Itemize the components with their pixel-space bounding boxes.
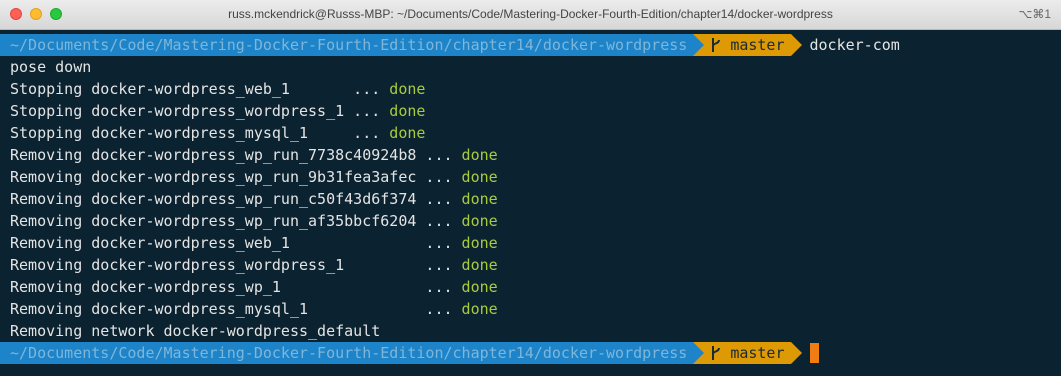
git-branch-icon [712, 38, 721, 52]
output-line: Removing docker-wordpress_wp_run_c50f43d… [10, 190, 498, 208]
prompt-separator [790, 342, 802, 364]
prompt-path: ~/Documents/Code/Mastering-Docker-Fourth… [0, 34, 694, 56]
window-title: russ.mckendrick@Russs-MBP: ~/Documents/C… [228, 7, 833, 21]
prompt-separator [790, 34, 802, 56]
output-line: pose down [10, 58, 92, 76]
output-line: Removing docker-wordpress_wp_run_9b31fea… [10, 168, 498, 186]
prompt-branch: master [730, 36, 785, 54]
output-line: Removing docker-wordpress_web_1 ... done [10, 234, 498, 252]
output-line: Removing docker-wordpress_wp_run_7738c40… [10, 146, 498, 164]
window-titlebar: russ.mckendrick@Russs-MBP: ~/Documents/C… [0, 0, 1061, 30]
output-line: Removing docker-wordpress_wp_run_af35bbc… [10, 212, 498, 230]
output-line: Removing docker-wordpress_wp_1 ... done [10, 278, 498, 296]
window-shortcut: ⌥⌘1 [1018, 7, 1051, 21]
git-branch-icon [712, 346, 721, 360]
prompt-path: ~/Documents/Code/Mastering-Docker-Fourth… [0, 342, 694, 364]
output-line: Stopping docker-wordpress_web_1 ... done [10, 80, 426, 98]
output-line: Stopping docker-wordpress_wordpress_1 ..… [10, 102, 426, 120]
output-line: Removing network docker-wordpress_defaul… [10, 322, 381, 340]
terminal-content[interactable]: ~/Documents/Code/Mastering-Docker-Fourth… [0, 30, 1061, 376]
command-text: docker-com [809, 36, 900, 54]
prompt-git-segment: master [704, 34, 791, 56]
prompt-separator [693, 342, 705, 364]
prompt-separator [693, 34, 705, 56]
output-line: Stopping docker-wordpress_mysql_1 ... do… [10, 124, 426, 142]
prompt-branch: master [730, 344, 785, 362]
shell-prompt: ~/Documents/Code/Mastering-Docker-Fourth… [0, 342, 1061, 364]
terminal-cursor [809, 343, 819, 363]
shell-prompt: ~/Documents/Code/Mastering-Docker-Fourth… [0, 34, 1061, 56]
prompt-git-segment: master [704, 342, 791, 364]
output-line: Removing docker-wordpress_wordpress_1 ..… [10, 256, 498, 274]
output-line: Removing docker-wordpress_mysql_1 ... do… [10, 300, 498, 318]
